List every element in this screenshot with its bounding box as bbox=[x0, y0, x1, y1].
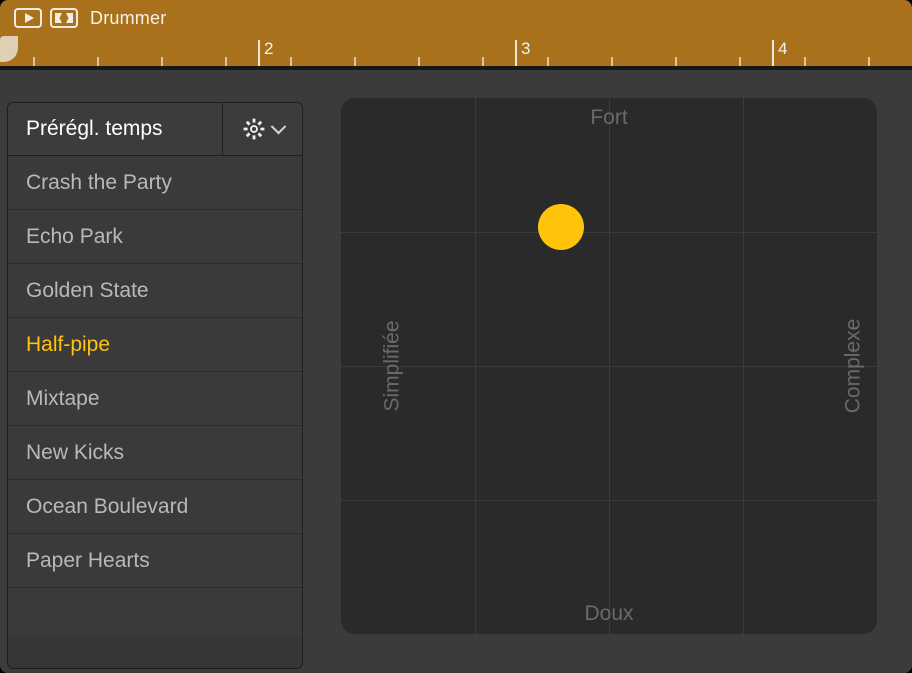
preset-item-label: Half-pipe bbox=[26, 333, 110, 357]
xy-pad-label-right: Complexe bbox=[842, 319, 866, 414]
timeline-ruler[interactable]: 2 3 4 bbox=[0, 36, 912, 68]
preset-item-label: Mixtape bbox=[26, 387, 100, 411]
beat-tick bbox=[611, 57, 613, 66]
beat-tick bbox=[290, 57, 292, 66]
preset-list-empty-row bbox=[8, 588, 302, 636]
beat-tick bbox=[97, 57, 99, 66]
list-item[interactable]: Half-pipe bbox=[8, 318, 302, 372]
list-item[interactable]: Golden State bbox=[8, 264, 302, 318]
beat-tick bbox=[804, 57, 806, 66]
preset-panel-title: Prérégl. temps bbox=[8, 103, 222, 155]
drummer-xy-pad[interactable]: Fort Doux Simplifiée Complexe bbox=[341, 98, 877, 634]
list-item[interactable]: New Kicks bbox=[8, 426, 302, 480]
xy-pad-label-left: Simplifiée bbox=[381, 320, 405, 411]
beat-tick bbox=[354, 57, 356, 66]
xy-pad-label-top: Fort bbox=[341, 106, 877, 130]
drummer-editor-window: Drummer 2 3 4 Prérégl. temps Crash the Par… bbox=[0, 0, 912, 673]
preset-settings-button[interactable] bbox=[222, 103, 302, 155]
beat-tick bbox=[675, 57, 677, 66]
drummer-region-icon[interactable] bbox=[50, 8, 78, 28]
beat-tick bbox=[161, 57, 163, 66]
xy-pad-puck[interactable] bbox=[538, 204, 584, 250]
bar-number: 3 bbox=[521, 39, 530, 59]
xy-pad-gridline-horizontal bbox=[341, 366, 877, 367]
preset-list[interactable]: Crash the Party Echo Park Golden State Half… bbox=[8, 156, 302, 636]
bar-number: 2 bbox=[264, 39, 273, 59]
preset-item-label: Golden State bbox=[26, 279, 149, 303]
beat-tick bbox=[33, 57, 35, 66]
chevron-down-icon bbox=[270, 118, 286, 134]
list-item[interactable]: Echo Park bbox=[8, 210, 302, 264]
beat-tick bbox=[418, 57, 420, 66]
track-title: Drummer bbox=[90, 8, 166, 29]
preset-item-label: Crash the Party bbox=[26, 171, 172, 195]
preset-panel: Prérégl. temps Crash the Party Echo Park G… bbox=[7, 102, 303, 669]
play-icon[interactable] bbox=[14, 8, 42, 28]
list-item[interactable]: Ocean Boulevard bbox=[8, 480, 302, 534]
play-triangle-glyph bbox=[25, 13, 34, 23]
beat-tick bbox=[482, 57, 484, 66]
beat-tick bbox=[547, 57, 549, 66]
xy-pad-gridline-horizontal bbox=[341, 232, 877, 233]
bar-line bbox=[515, 40, 517, 68]
playhead-marker[interactable] bbox=[0, 36, 18, 62]
preset-panel-header: Prérégl. temps bbox=[8, 103, 302, 156]
preset-item-label: Echo Park bbox=[26, 225, 123, 249]
preset-item-label: Paper Hearts bbox=[26, 549, 150, 573]
beat-tick bbox=[739, 57, 741, 66]
beat-tick bbox=[225, 57, 227, 66]
track-header: Drummer bbox=[0, 0, 912, 36]
xy-pad-gridline-horizontal bbox=[341, 500, 877, 501]
beat-tick bbox=[868, 57, 870, 66]
bar-number: 4 bbox=[778, 39, 787, 59]
drummer-region-glyph bbox=[54, 12, 74, 24]
list-item[interactable]: Mixtape bbox=[8, 372, 302, 426]
list-item[interactable]: Crash the Party bbox=[8, 156, 302, 210]
list-item[interactable]: Paper Hearts bbox=[8, 534, 302, 588]
gear-icon bbox=[242, 117, 266, 141]
xy-pad-label-bottom: Doux bbox=[341, 602, 877, 626]
editor-body: Prérégl. temps Crash the Party Echo Park G… bbox=[0, 70, 912, 673]
bar-line bbox=[772, 40, 774, 68]
preset-item-label: Ocean Boulevard bbox=[26, 495, 188, 519]
bar-line bbox=[258, 40, 260, 68]
preset-item-label: New Kicks bbox=[26, 441, 124, 465]
